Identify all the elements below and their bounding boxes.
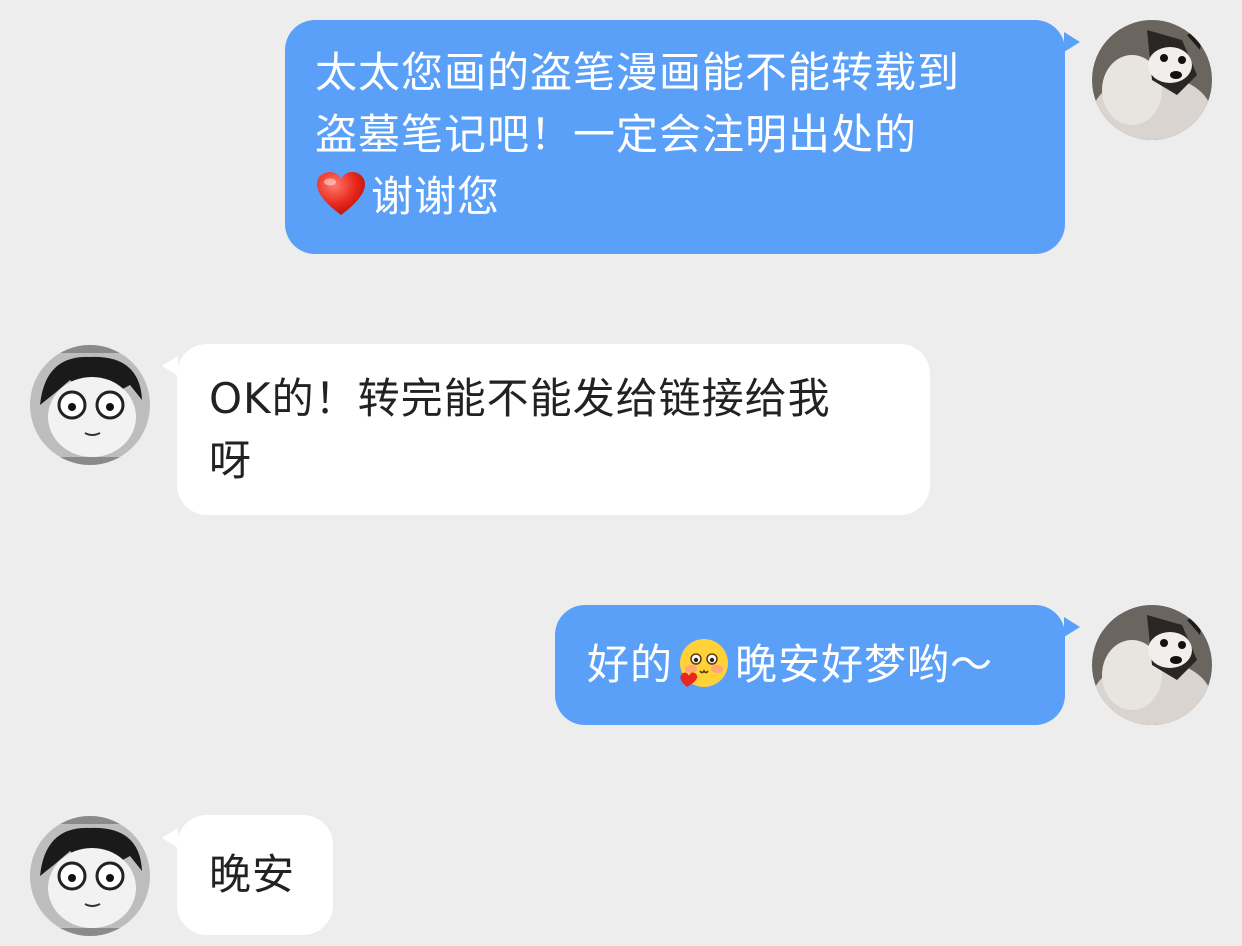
- message-line: 太太您画的盗笔漫画能不能转载到: [315, 48, 961, 97]
- husky-dog-avatar[interactable]: [1092, 605, 1212, 725]
- blushing-face-emoji-icon: [677, 637, 731, 708]
- message-text: 晚安好梦哟～: [735, 640, 994, 689]
- message-line: OK的！转完能不能发给链接给我: [209, 374, 831, 423]
- message-bubble-incoming[interactable]: OK的！转完能不能发给链接给我 呀: [177, 344, 930, 515]
- bubble-tail: [1064, 617, 1080, 637]
- message-bubble-outgoing[interactable]: 太太您画的盗笔漫画能不能转载到 盗墓笔记吧！一定会注明出处的 谢谢您: [285, 20, 1065, 254]
- message-bubble-outgoing[interactable]: 好的 晚安好梦哟～: [555, 605, 1065, 725]
- husky-dog-avatar[interactable]: [1092, 20, 1212, 140]
- manga-boy-avatar[interactable]: [30, 816, 150, 936]
- message-line: 呀: [209, 436, 253, 485]
- bubble-tail: [162, 828, 178, 848]
- manga-boy-avatar[interactable]: [30, 345, 150, 465]
- message-line: 盗墓笔记吧！一定会注明出处的: [315, 110, 918, 159]
- red-heart-icon: [315, 171, 367, 234]
- message-line: 谢谢您: [315, 166, 1035, 234]
- message-text: 谢谢您: [371, 172, 501, 221]
- bubble-tail: [1064, 32, 1080, 52]
- message-bubble-incoming[interactable]: 晚安: [177, 815, 333, 935]
- message-text: 好的: [587, 640, 674, 689]
- bubble-tail: [162, 356, 178, 376]
- message-line: 晚安: [209, 850, 296, 899]
